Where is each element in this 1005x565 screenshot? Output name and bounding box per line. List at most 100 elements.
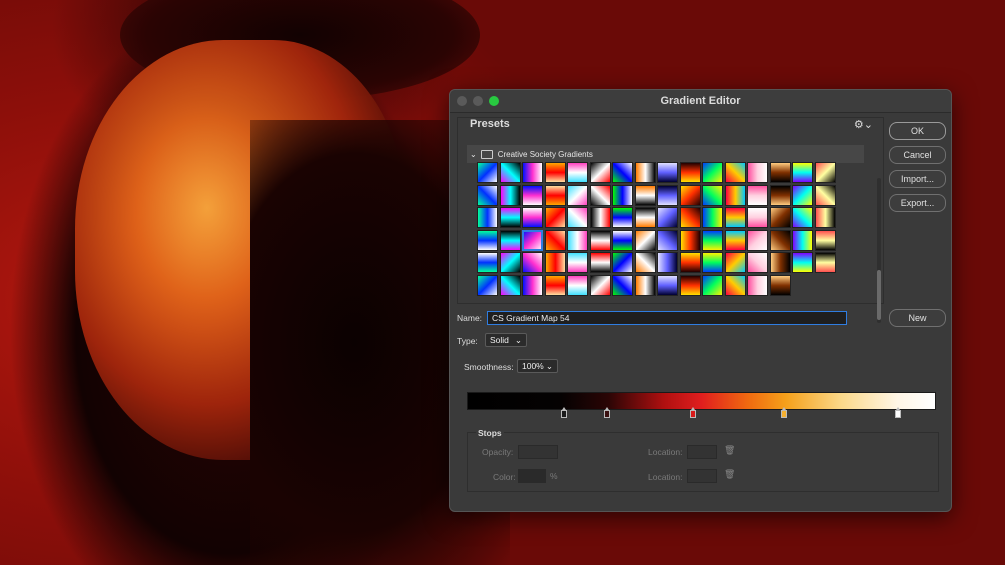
gradient-preset-swatch[interactable]: [522, 184, 543, 206]
gradient-preset-swatch[interactable]: [499, 162, 521, 183]
gradient-preset-swatch[interactable]: [657, 162, 678, 183]
color-well[interactable]: [518, 469, 546, 483]
gradient-preset-swatch[interactable]: [544, 184, 566, 206]
gradient-preset-swatch[interactable]: [724, 162, 746, 183]
gradient-preset-swatch[interactable]: [814, 229, 836, 251]
gradient-preset-swatch[interactable]: [522, 162, 543, 183]
gradient-preset-swatch[interactable]: [769, 207, 791, 228]
gradient-preset-swatch[interactable]: [589, 162, 611, 183]
gradient-preset-swatch[interactable]: [657, 252, 678, 273]
gradient-preset-swatch[interactable]: [792, 207, 813, 228]
gradient-preset-swatch[interactable]: [679, 207, 701, 228]
gradient-preset-swatch[interactable]: [589, 229, 611, 251]
gradient-preset-swatch[interactable]: [724, 252, 746, 273]
gradient-preset-swatch[interactable]: [634, 184, 656, 206]
gradient-preset-swatch[interactable]: [724, 207, 746, 228]
gradient-preset-swatch[interactable]: [747, 274, 768, 296]
color-location-field[interactable]: [687, 469, 717, 483]
gradient-preset-swatch[interactable]: [769, 229, 791, 251]
gradient-preset-swatch[interactable]: [814, 207, 836, 228]
gradient-preset-swatch[interactable]: [634, 207, 656, 228]
gradient-preset-swatch[interactable]: [544, 229, 566, 251]
color-stop[interactable]: [895, 407, 901, 418]
gradient-preset-swatch[interactable]: [567, 252, 588, 273]
smoothness-select[interactable]: 100% ⌄: [517, 359, 558, 373]
gradient-preset-swatch[interactable]: [612, 184, 633, 206]
gradient-preset-swatch[interactable]: [747, 162, 768, 183]
gradient-preset-swatch[interactable]: [477, 207, 498, 228]
gradient-preset-swatch[interactable]: [612, 162, 633, 183]
gradient-preset-swatch[interactable]: [499, 207, 521, 228]
name-input[interactable]: CS Gradient Map 54: [487, 311, 847, 325]
gradient-preset-swatch[interactable]: [769, 184, 791, 206]
type-select[interactable]: Solid ⌄: [485, 333, 527, 347]
gradient-preset-swatch[interactable]: [522, 207, 543, 228]
gradient-preset-swatch[interactable]: [544, 274, 566, 296]
import-button[interactable]: Import...: [889, 170, 946, 188]
gradient-preset-swatch[interactable]: [702, 252, 723, 273]
gradient-preset-swatch[interactable]: [589, 252, 611, 273]
gradient-preset-swatch[interactable]: [792, 184, 813, 206]
gradient-preset-swatch[interactable]: [612, 252, 633, 273]
opacity-location-field[interactable]: [687, 445, 717, 459]
gradient-preset-swatch[interactable]: [747, 184, 768, 206]
gradient-preset-swatch[interactable]: [679, 274, 701, 296]
gradient-preset-swatch[interactable]: [792, 162, 813, 183]
gradient-preset-swatch[interactable]: [567, 184, 588, 206]
gradient-preset-swatch[interactable]: [567, 274, 588, 296]
gradient-preset-swatch[interactable]: [544, 252, 566, 273]
export-button[interactable]: Export...: [889, 194, 946, 212]
gradient-preset-swatch[interactable]: [679, 229, 701, 251]
gradient-preset-swatch[interactable]: [612, 229, 633, 251]
gradient-preset-swatch[interactable]: [702, 184, 723, 206]
gradient-preset-swatch[interactable]: [769, 252, 791, 273]
color-stop[interactable]: [561, 407, 567, 418]
gradient-preset-swatch[interactable]: [657, 229, 678, 251]
ok-button[interactable]: OK: [889, 122, 946, 140]
gradient-preset-swatch[interactable]: [634, 229, 656, 251]
gradient-preset-swatch[interactable]: [634, 274, 656, 296]
cancel-button[interactable]: Cancel: [889, 146, 946, 164]
gradient-preset-swatch[interactable]: [544, 207, 566, 228]
gradient-ramp[interactable]: [467, 392, 936, 410]
gradient-preset-swatch[interactable]: [657, 184, 678, 206]
gradient-preset-swatch[interactable]: [477, 274, 498, 296]
new-button[interactable]: New: [889, 309, 946, 327]
trash-icon[interactable]: 🗑: [724, 445, 735, 456]
gradient-preset-swatch[interactable]: [702, 207, 723, 228]
gradient-preset-swatch[interactable]: [747, 207, 768, 228]
gradient-preset-swatch[interactable]: [814, 162, 836, 183]
gradient-preset-swatch[interactable]: [747, 252, 768, 273]
trash-icon[interactable]: 🗑: [724, 469, 735, 480]
gradient-preset-swatch[interactable]: [499, 229, 521, 251]
title-bar[interactable]: Gradient Editor: [450, 90, 951, 113]
gradient-preset-swatch[interactable]: [657, 207, 678, 228]
gradient-preset-swatch[interactable]: [702, 162, 723, 183]
gradient-preset-swatch[interactable]: [769, 162, 791, 183]
presets-scroll-thumb[interactable]: [877, 270, 881, 320]
gradient-preset-swatch[interactable]: [702, 229, 723, 251]
gradient-preset-swatch[interactable]: [589, 184, 611, 206]
gradient-preset-swatch[interactable]: [499, 274, 521, 296]
gradient-preset-swatch[interactable]: [724, 184, 746, 206]
color-stop[interactable]: [690, 407, 696, 418]
gradient-preset-swatch[interactable]: [522, 229, 543, 251]
gradient-preset-swatch[interactable]: [612, 207, 633, 228]
gradient-preset-swatch[interactable]: [589, 207, 611, 228]
gradient-preset-swatch[interactable]: [522, 274, 543, 296]
gradient-preset-swatch[interactable]: [724, 274, 746, 296]
color-stop[interactable]: [604, 407, 610, 418]
chevron-down-icon[interactable]: ⌄: [470, 150, 477, 159]
gradient-preset-swatch[interactable]: [724, 229, 746, 251]
gradient-preset-swatch[interactable]: [544, 162, 566, 183]
gradient-preset-swatch[interactable]: [747, 229, 768, 251]
gradient-preset-swatch[interactable]: [814, 184, 836, 206]
gradient-preset-swatch[interactable]: [679, 162, 701, 183]
gradient-preset-swatch[interactable]: [522, 252, 543, 273]
opacity-field[interactable]: [518, 445, 558, 459]
gear-icon[interactable]: ⚙⌄: [854, 118, 873, 131]
gradient-preset-swatch[interactable]: [679, 184, 701, 206]
gradient-preset-swatch[interactable]: [567, 229, 588, 251]
gradient-preset-swatch[interactable]: [657, 274, 678, 296]
gradient-preset-swatch[interactable]: [567, 162, 588, 183]
